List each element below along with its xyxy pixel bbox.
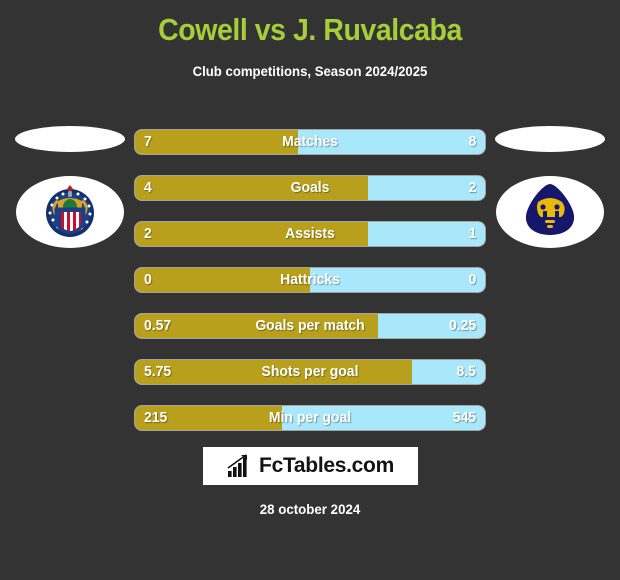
stat-comparison-card: Cowell vs J. Ruvalcaba Club competitions…: [0, 0, 620, 580]
table-row: 4 Goals 2: [135, 176, 485, 200]
fctables-logo[interactable]: FcTables.com: [203, 447, 418, 485]
away-value: 8.5: [456, 363, 476, 380]
chivas-guadalajara-crest: [44, 181, 96, 244]
table-row: 0 Hattricks 0: [135, 268, 485, 292]
date-label: 28 october 2024: [259, 501, 361, 517]
away-team-name-pill: [495, 126, 605, 152]
stats-list: 7 Matches 8 4 Goals 2 2 Assists 1 0 Hatt…: [135, 130, 485, 452]
away-team-crest-holder: [496, 176, 604, 248]
stat-label: Matches: [282, 133, 338, 150]
stat-label: Assists: [285, 225, 335, 242]
logo-text: FcTables.com: [259, 454, 394, 477]
away-value: 2: [468, 179, 476, 196]
table-row: 7 Matches 8: [135, 130, 485, 154]
away-value: 0: [468, 271, 476, 288]
stat-label: Min per goal: [268, 409, 352, 426]
stat-label: Hattricks: [280, 271, 340, 288]
page-title: Cowell vs J. Ruvalcaba: [158, 12, 462, 47]
away-value: 8: [468, 133, 476, 150]
away-value: 1: [468, 225, 476, 242]
pumas-unam-crest: [521, 182, 579, 243]
home-team-name-pill: [15, 126, 125, 152]
bar-chart-arrow-icon: [227, 454, 253, 478]
table-row: 5.75 Shots per goal 8.5: [135, 360, 485, 384]
table-row: 0.57 Goals per match 0.25: [135, 314, 485, 338]
table-row: 215 Min per goal 545: [135, 406, 485, 430]
stat-label: Goals: [290, 179, 330, 196]
home-team-crest-holder: [16, 176, 124, 248]
page-subtitle: Club competitions, Season 2024/2025: [192, 63, 428, 79]
stat-label: Shots per goal: [261, 363, 359, 380]
away-value: 0.25: [448, 317, 476, 334]
away-value: 545: [452, 409, 476, 426]
table-row: 2 Assists 1: [135, 222, 485, 246]
stat-label: Goals per match: [255, 317, 365, 334]
